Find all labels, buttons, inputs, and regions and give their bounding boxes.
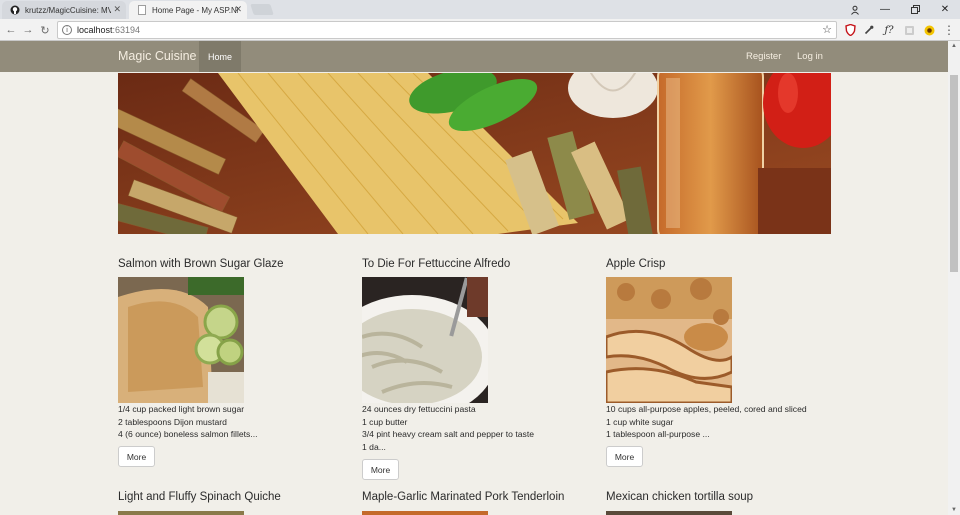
yellow-extension-icon[interactable] (922, 23, 936, 37)
function-extension-icon[interactable]: ƒ? (882, 23, 896, 37)
reload-icon[interactable]: ↻ (38, 22, 52, 38)
recipe-image-quiche[interactable] (118, 511, 244, 515)
browser-toolbar: ← → ↻ i localhost:63194 ☆ ƒ? ⋮ (0, 19, 960, 41)
shield-extension-icon[interactable] (843, 23, 857, 37)
recipe-title[interactable]: To Die For Fettuccine Alfredo (362, 258, 510, 270)
url-host: localhost (77, 25, 113, 35)
ingredient-line: 2 tablespoons Dijon mustard (118, 416, 227, 427)
recipe-title[interactable]: Light and Fluffy Spinach Quiche (118, 491, 281, 503)
site-brand[interactable]: Magic Cuisine (118, 49, 197, 63)
puzzle-extension-icon[interactable] (902, 23, 916, 37)
nav-home[interactable]: Home (199, 41, 241, 72)
recipe-image-pork[interactable] (362, 511, 488, 515)
ingredient-line: 1/4 cup packed light brown sugar (118, 404, 245, 414)
bookmark-star-icon[interactable]: ☆ (822, 23, 832, 36)
forward-icon[interactable]: → (21, 22, 35, 38)
more-button[interactable]: More (118, 446, 155, 467)
back-icon[interactable]: ← (4, 22, 18, 38)
tab-close-icon[interactable]: ✕ (113, 4, 121, 15)
page-icon (138, 5, 146, 15)
profile-icon[interactable] (840, 0, 870, 19)
minimize-button[interactable]: — (870, 0, 900, 19)
hero-banner-image (118, 73, 831, 234)
ingredient-line: 3/4 pint heavy cream salt and pepper to … (362, 429, 534, 439)
ingredient-line: 24 ounces dry fettuccini pasta (362, 404, 476, 414)
address-bar[interactable]: i localhost:63194 ☆ (57, 21, 837, 39)
ingredient-line: 1 cup butter (362, 416, 408, 427)
ingredient-line: 1 tablespoon all-purpose ... (606, 429, 710, 439)
recipe-image-salmon[interactable] (118, 277, 244, 403)
more-button[interactable]: More (362, 459, 399, 480)
ingredient-line: 4 (6 ounce) boneless salmon fillets... (118, 429, 258, 439)
maximize-button[interactable] (900, 0, 930, 19)
scroll-down-icon[interactable]: ▼ (948, 505, 960, 515)
nav-login[interactable]: Log in (797, 51, 823, 62)
nav-register[interactable]: Register (746, 51, 781, 62)
eyedropper-extension-icon[interactable] (862, 23, 876, 37)
recipe-title[interactable]: Mexican chicken tortilla soup (606, 491, 753, 503)
browser-tabstrip: krutzz/MagicCuisine: MV ✕ Home Page - My… (0, 0, 960, 19)
scrollbar-thumb[interactable] (950, 75, 958, 272)
info-icon[interactable]: i (62, 25, 72, 35)
recipe-image-fettuccine[interactable] (362, 277, 488, 403)
recipe-title[interactable]: Apple Crisp (606, 258, 665, 270)
recipe-ingredients: 1/4 cup packed light brown sugar 2 table… (118, 403, 257, 441)
github-icon (10, 5, 20, 15)
tab-title: krutzz/MagicCuisine: MV (25, 5, 111, 15)
tab-title: Home Page - My ASP.NE (152, 5, 238, 15)
new-tab-button[interactable] (250, 4, 274, 15)
browser-tab-home[interactable]: Home Page - My ASP.NE ✕ (129, 1, 247, 19)
menu-kebab-icon[interactable]: ⋮ (942, 23, 956, 37)
tab-close-icon[interactable]: ✕ (234, 4, 242, 15)
ingredient-line: 1 cup white sugar (606, 416, 674, 427)
recipe-ingredients: 24 ounces dry fettuccini pasta 1 cup but… (362, 403, 534, 453)
site-navbar: Magic Cuisine Home Register Log in (0, 41, 948, 72)
more-button[interactable]: More (606, 446, 643, 467)
scroll-up-icon[interactable]: ▲ (948, 41, 960, 51)
url-port: :63194 (112, 25, 141, 35)
recipe-image-tortilla-soup[interactable] (606, 511, 732, 515)
ingredient-line: 10 cups all-purpose apples, peeled, core… (606, 404, 807, 414)
close-window-button[interactable]: ✕ (930, 0, 960, 19)
ingredient-line: 1 da... (362, 441, 386, 452)
recipe-ingredients: 10 cups all-purpose apples, peeled, core… (606, 403, 807, 441)
recipe-title[interactable]: Salmon with Brown Sugar Glaze (118, 258, 284, 270)
recipe-image-apple-crisp[interactable] (606, 277, 732, 403)
browser-tab-github[interactable]: krutzz/MagicCuisine: MV ✕ (2, 1, 126, 19)
recipe-title[interactable]: Maple-Garlic Marinated Pork Tenderloin (362, 491, 564, 503)
